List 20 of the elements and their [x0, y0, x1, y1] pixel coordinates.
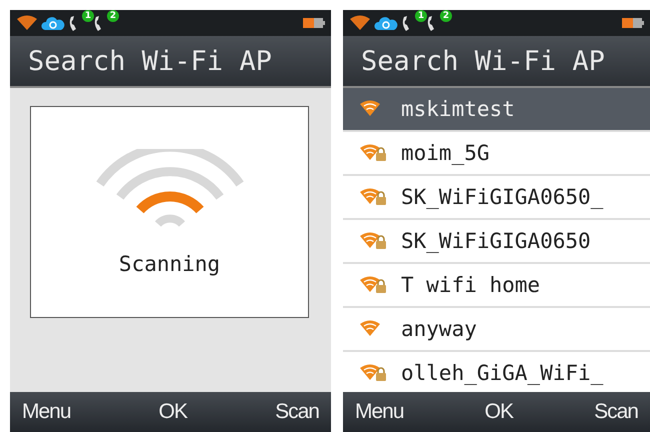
screen-title: Search Wi-Fi AP: [10, 36, 331, 88]
screen-title: Search Wi-Fi AP: [343, 36, 650, 88]
softkey[interactable]: Menu: [22, 400, 71, 424]
battery-icon: [303, 18, 325, 28]
softkey[interactable]: Menu: [355, 400, 404, 424]
line-badge: 2: [107, 10, 119, 22]
wifi-icon: [16, 15, 38, 31]
network-item[interactable]: mskimtest: [343, 88, 650, 132]
softkey[interactable]: OK: [158, 400, 187, 424]
line-badge: 1: [82, 10, 94, 22]
scanning-text: Scanning: [118, 252, 220, 276]
line-badge: 1: [415, 10, 427, 22]
line-badge: 2: [440, 10, 452, 22]
cloud-icon: [41, 15, 65, 31]
cloud-icon: [374, 15, 398, 31]
softkey[interactable]: Scan: [594, 400, 638, 424]
battery-icon: [622, 18, 644, 28]
wifi-icon: [349, 15, 371, 31]
softkey[interactable]: OK: [484, 400, 513, 424]
softkey[interactable]: Scan: [275, 400, 319, 424]
